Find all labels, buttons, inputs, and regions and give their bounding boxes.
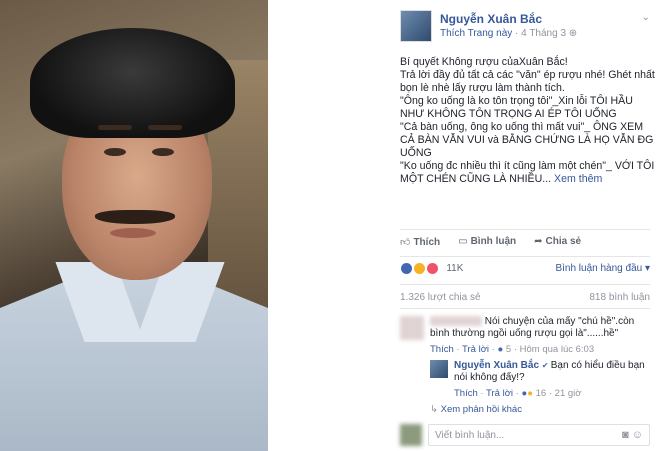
reaction-count: 11K bbox=[446, 263, 464, 274]
see-more-link[interactable]: Xem thêm bbox=[554, 173, 602, 185]
like-reaction-icon: ● bbox=[497, 344, 504, 355]
comment-count[interactable]: 818 bình luận bbox=[589, 292, 650, 303]
post-panel: Nguyễn Xuân Bắc Thích Trang này · 4 Thán… bbox=[388, 0, 660, 451]
divider bbox=[400, 229, 650, 230]
verified-badge-icon: ✔ bbox=[541, 361, 551, 370]
reply-time[interactable]: 21 giờ bbox=[555, 388, 582, 399]
post-line-text: "Ko uống đc nhiều thì ít cũng làm một ch… bbox=[400, 160, 655, 185]
haha-reaction-icon: ● bbox=[527, 388, 533, 399]
divider bbox=[400, 284, 650, 285]
like-reaction-icon bbox=[400, 262, 413, 275]
viewer-avatar bbox=[400, 424, 422, 446]
comment-sort-dropdown[interactable]: Bình luận hàng đầu ▾ bbox=[555, 263, 650, 274]
comment-body: Nói chuyện của mấy "chú hề".còn bình thư… bbox=[430, 316, 650, 340]
post-line: Trả lời đầy đủ tất cả các "văn" ép rượu … bbox=[400, 69, 655, 94]
haha-reaction-icon bbox=[412, 262, 426, 275]
post-line: "Cả bàn uống, ông ko uống thì mất vui"_ … bbox=[400, 121, 654, 159]
shirt bbox=[0, 270, 268, 451]
eyebrow-right bbox=[148, 125, 182, 130]
more-replies[interactable]: ↳ Xem phản hồi khác bbox=[430, 404, 522, 415]
author-avatar[interactable] bbox=[400, 10, 432, 42]
mustache bbox=[95, 210, 175, 224]
share-count[interactable]: 1.326 lượt chia sẻ bbox=[400, 292, 481, 303]
post-line: "Ko uống đc nhiều thì ít cũng làm một ch… bbox=[400, 160, 655, 186]
comment-composer: Viết bình luận... ◙ ☺ bbox=[400, 424, 650, 446]
post-stats: 1.326 lượt chia sẻ 818 bình luận bbox=[400, 292, 650, 303]
commenter-avatar[interactable] bbox=[400, 316, 424, 340]
comment-time[interactable]: Hôm qua lúc 6:03 bbox=[520, 344, 594, 355]
comment-button[interactable]: ▭ Bình luận bbox=[458, 236, 516, 252]
divider bbox=[400, 308, 650, 309]
like-page-link[interactable]: Thích Trang này bbox=[440, 28, 512, 39]
reply-actions: Thích · Trả lời · ●● 16 · 21 giờ bbox=[454, 388, 582, 399]
comment-reply-link[interactable]: Trả lời bbox=[462, 344, 489, 355]
comment-label: Bình luận bbox=[470, 236, 517, 247]
eye-right bbox=[152, 148, 174, 156]
comment-input[interactable]: Viết bình luận... ◙ ☺ bbox=[428, 424, 650, 446]
reply-author-avatar[interactable] bbox=[430, 360, 448, 378]
comment-placeholder: Viết bình luận... bbox=[435, 430, 505, 441]
author-name[interactable]: Nguyễn Xuân Bắc bbox=[440, 12, 542, 26]
thumbs-up-icon: 👍︎ bbox=[400, 237, 411, 248]
emoji-icon[interactable]: ☺ bbox=[632, 429, 643, 441]
love-reaction-icon bbox=[425, 262, 439, 275]
share-button[interactable]: ➦ Chia sẻ bbox=[534, 236, 581, 252]
comment-icon: ▭ bbox=[458, 236, 468, 247]
globe-icon: ⊕ bbox=[568, 28, 578, 39]
eyebrow-left bbox=[98, 125, 132, 130]
post-line: "Ông ko uống là ko tôn trọng tôi"_Xin lỗ… bbox=[400, 95, 633, 120]
comment-reaction-count[interactable]: 5 bbox=[506, 344, 511, 355]
comment-actions: Thích · Trả lời · ● 5 · Hôm qua lúc 6:03 bbox=[430, 344, 595, 355]
post-line: Bí quyết Không rượu củaXuân Bắc! bbox=[400, 56, 568, 68]
more-replies-link[interactable]: Xem phản hồi khác bbox=[441, 404, 522, 415]
reply-body: Nguyễn Xuân Bắc ✔ Bạn có hiểu điều bạn n… bbox=[454, 360, 650, 384]
reply-reply-link[interactable]: Trả lời bbox=[486, 388, 513, 399]
comment-like-link[interactable]: Thích bbox=[430, 344, 454, 355]
camera-icon[interactable]: ◙ bbox=[622, 429, 629, 441]
divider bbox=[400, 256, 650, 257]
reply-reaction-count[interactable]: 16 bbox=[536, 388, 547, 399]
post-photo[interactable] bbox=[0, 0, 268, 451]
post-body: Bí quyết Không rượu củaXuân Bắc! Trả lời… bbox=[400, 56, 655, 186]
like-label: Thích bbox=[413, 237, 441, 248]
commenter-name[interactable] bbox=[430, 316, 482, 327]
mouth bbox=[110, 228, 156, 238]
share-icon: ➦ bbox=[534, 236, 543, 247]
like-button[interactable]: 👍︎ Thích bbox=[400, 236, 440, 252]
reply-author-name[interactable]: Nguyễn Xuân Bắc bbox=[454, 360, 539, 371]
post-meta: Thích Trang này · 4 Tháng 3 ⊕ bbox=[440, 28, 577, 39]
post-date[interactable]: 4 Tháng 3 bbox=[521, 28, 566, 39]
action-bar: 👍︎ Thích ▭ Bình luận ➦ Chia sẻ bbox=[400, 236, 650, 252]
eye-left bbox=[104, 148, 126, 156]
chevron-down-icon[interactable]: ⌄ bbox=[642, 12, 650, 23]
post-header: Nguyễn Xuân Bắc Thích Trang này · 4 Thán… bbox=[400, 8, 650, 44]
reply-arrow-icon: ↳ bbox=[430, 404, 441, 415]
composer-icons: ◙ ☺ bbox=[622, 429, 643, 441]
reactions-summary[interactable]: 11K Bình luận hàng đầu ▾ bbox=[400, 262, 650, 278]
reply-like-link[interactable]: Thích bbox=[454, 388, 478, 399]
share-label: Chia sẻ bbox=[545, 236, 582, 247]
helmet bbox=[30, 28, 235, 138]
